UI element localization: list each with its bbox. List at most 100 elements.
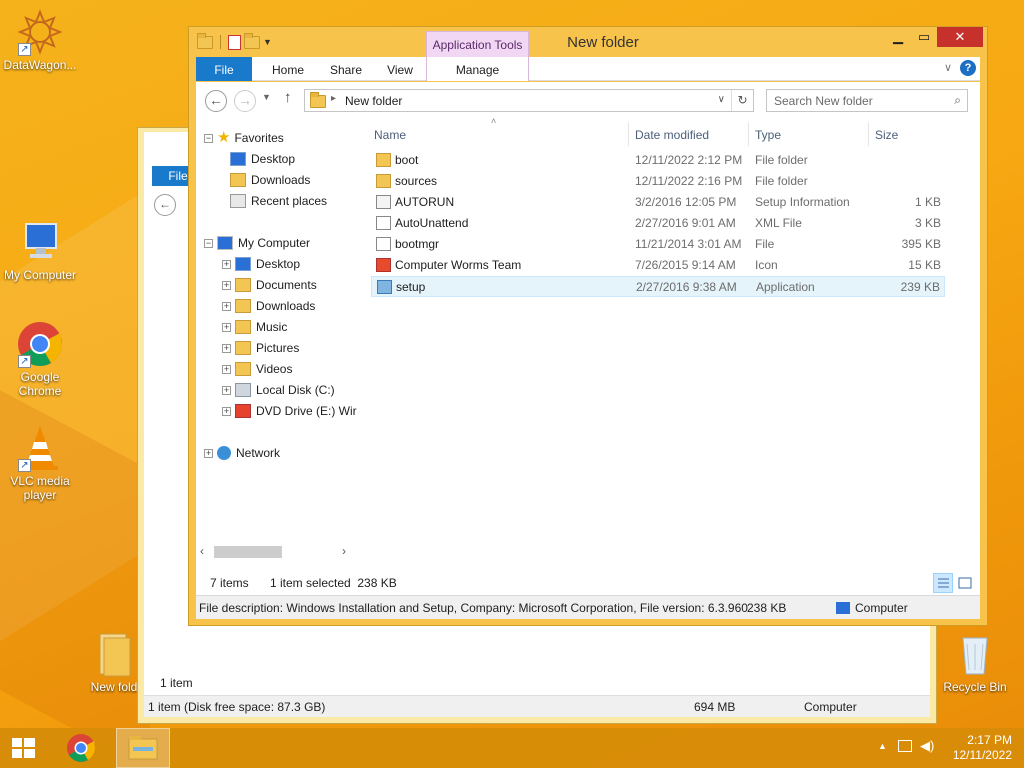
scroll-left-icon[interactable]: ‹ — [200, 544, 204, 558]
window-title: New folder — [567, 34, 639, 51]
tab-home[interactable]: Home — [258, 57, 318, 81]
taskbar-file-explorer[interactable] — [116, 728, 170, 768]
taskbar: ▲ ◀) 2:17 PM 12/11/2022 — [0, 728, 1024, 768]
back-button[interactable]: ← — [154, 194, 176, 216]
help-icon[interactable]: ? — [960, 60, 976, 76]
show-hidden-icons-chevron-icon[interactable]: ▲ — [878, 741, 887, 751]
column-header-type[interactable]: Type — [755, 128, 781, 142]
file-row[interactable]: sources 12/11/2022 2:16 PM File folder — [371, 171, 945, 192]
nav-item-local-disk[interactable]: + Local Disk (C:) — [222, 380, 335, 400]
collapse-icon[interactable]: − — [204, 133, 213, 143]
start-button[interactable] — [0, 728, 46, 768]
tab-view[interactable]: View — [374, 57, 426, 81]
address-bar[interactable]: ▸ New folder ∨ ↻ — [304, 89, 754, 112]
drive-icon — [235, 383, 251, 397]
nav-label: Network — [236, 446, 281, 460]
forward-arrow-icon[interactable]: → — [234, 90, 256, 112]
file-size: 3 KB — [914, 216, 941, 230]
back-arrow-icon[interactable]: ← — [205, 90, 227, 112]
music-icon — [235, 320, 251, 334]
details-view-icon[interactable] — [933, 573, 953, 593]
expand-icon[interactable]: + — [222, 301, 231, 311]
computer-icon — [836, 602, 850, 614]
clock-date: 12/11/2022 — [952, 748, 1012, 762]
up-arrow-icon[interactable]: ↑ — [284, 89, 292, 106]
expand-icon[interactable]: + — [222, 385, 231, 395]
tab-share[interactable]: Share — [318, 57, 374, 81]
column-header-date[interactable]: Date modified — [635, 128, 709, 142]
nav-item-videos[interactable]: + Videos — [222, 359, 292, 379]
clock[interactable]: 2:17 PM 12/11/2022 — [942, 733, 1012, 763]
nav-item-desktop[interactable]: + Desktop — [222, 254, 300, 274]
navigation-pane[interactable]: − ★ Favorites Desktop Downloads Recent p… — [196, 118, 358, 569]
tab-file[interactable]: File — [196, 57, 252, 81]
search-icon[interactable]: ⌕ — [954, 93, 961, 108]
title-bar[interactable]: ▼ Application Tools New folder ▁ ▭ ✕ — [189, 27, 987, 57]
nav-item-favorites[interactable]: − ★ Favorites — [204, 128, 284, 148]
expand-icon[interactable]: + — [222, 280, 231, 290]
address-dropdown-icon[interactable]: ∨ — [718, 94, 725, 105]
nav-item-my-computer[interactable]: − My Computer — [204, 233, 310, 253]
close-button[interactable]: ✕ — [937, 27, 983, 47]
column-divider[interactable] — [748, 122, 749, 146]
network-status-icon[interactable] — [898, 740, 912, 752]
sort-ascending-icon: ˄ — [491, 116, 497, 126]
minimize-button[interactable]: ▁ — [885, 27, 911, 47]
taskbar-chrome[interactable] — [58, 728, 104, 768]
scroll-right-icon[interactable]: › — [342, 544, 346, 558]
expand-icon[interactable]: + — [222, 364, 231, 374]
expand-icon[interactable]: + — [222, 406, 231, 416]
file-row[interactable]: Computer Worms Team 7/26/2015 9:14 AM Ic… — [371, 255, 945, 276]
file-type: File — [755, 237, 775, 251]
nav-label: Documents — [256, 278, 317, 292]
file-row[interactable]: boot 12/11/2022 2:12 PM File folder — [371, 150, 945, 171]
column-header-name[interactable]: Name — [374, 128, 406, 142]
expand-icon[interactable]: + — [222, 259, 231, 269]
column-header-size[interactable]: Size — [875, 128, 898, 142]
file-list[interactable]: ˄ Name Date modified Type Size boot 12/1… — [371, 116, 980, 565]
maximize-button[interactable]: ▭ — [911, 27, 937, 47]
expand-icon[interactable]: + — [222, 343, 231, 353]
file-row[interactable]: AutoUnattend 2/27/2016 9:01 AM XML File … — [371, 213, 945, 234]
column-divider[interactable] — [868, 122, 869, 146]
nav-item-dvd-drive[interactable]: + DVD Drive (E:) Wir — [222, 401, 357, 421]
column-divider[interactable] — [628, 122, 629, 146]
nav-item-documents[interactable]: + Documents — [222, 275, 317, 295]
icon-file-icon — [376, 258, 391, 272]
nav-item-recent-places[interactable]: Recent places — [230, 191, 327, 211]
desktop-icon-vlc[interactable]: ↗ VLC media player — [0, 424, 80, 502]
desktop-icon-datawagon[interactable]: ↗ DataWagon... — [0, 8, 80, 72]
scrollbar-thumb[interactable] — [214, 546, 282, 558]
file-type: File folder — [755, 174, 808, 188]
back-window-details: 1 item (Disk free space: 87.3 GB) 694 MB… — [144, 695, 930, 717]
tab-manage[interactable]: Manage — [426, 57, 529, 81]
collapse-icon[interactable]: − — [204, 238, 213, 248]
nav-item-pictures[interactable]: + Pictures — [222, 338, 299, 358]
clock-time: 2:17 PM — [967, 733, 1012, 747]
expand-icon[interactable]: + — [222, 322, 231, 332]
nav-horizontal-scrollbar[interactable]: ‹ › — [196, 543, 358, 561]
search-input[interactable] — [774, 94, 944, 108]
desktop-icon-recycle-bin[interactable]: Recycle Bin — [935, 630, 1015, 694]
nav-item-downloads[interactable]: + Downloads — [222, 296, 315, 316]
large-icons-view-icon[interactable] — [955, 573, 975, 593]
recent-locations-chevron-icon[interactable]: ▼ — [262, 92, 271, 102]
back-item-count: 1 item — [160, 676, 193, 690]
desktop-icon-google-chrome[interactable]: ↗ Google Chrome — [0, 320, 80, 398]
expand-ribbon-icon[interactable]: ∨ — [944, 61, 952, 74]
desktop-icon — [230, 152, 246, 166]
nav-item-downloads[interactable]: Downloads — [230, 170, 310, 190]
nav-label: Pictures — [256, 341, 300, 355]
nav-item-desktop[interactable]: Desktop — [230, 149, 295, 169]
expand-icon[interactable]: + — [204, 448, 213, 458]
explorer-window[interactable]: ▼ Application Tools New folder ▁ ▭ ✕ Fil… — [188, 26, 988, 626]
nav-item-network[interactable]: + Network — [204, 443, 280, 463]
refresh-icon[interactable]: ↻ — [731, 90, 753, 111]
desktop-icon-my-computer[interactable]: My Computer — [0, 218, 80, 282]
volume-icon[interactable]: ◀) — [920, 738, 934, 754]
search-box[interactable]: ⌕ — [766, 89, 968, 112]
file-row[interactable]: bootmgr 11/21/2014 3:01 AM File 395 KB — [371, 234, 945, 255]
nav-item-music[interactable]: + Music — [222, 317, 287, 337]
file-row[interactable]: AUTORUN 3/2/2016 12:05 PM Setup Informat… — [371, 192, 945, 213]
file-row-selected[interactable]: setup 2/27/2016 9:38 AM Application 239 … — [371, 276, 945, 297]
